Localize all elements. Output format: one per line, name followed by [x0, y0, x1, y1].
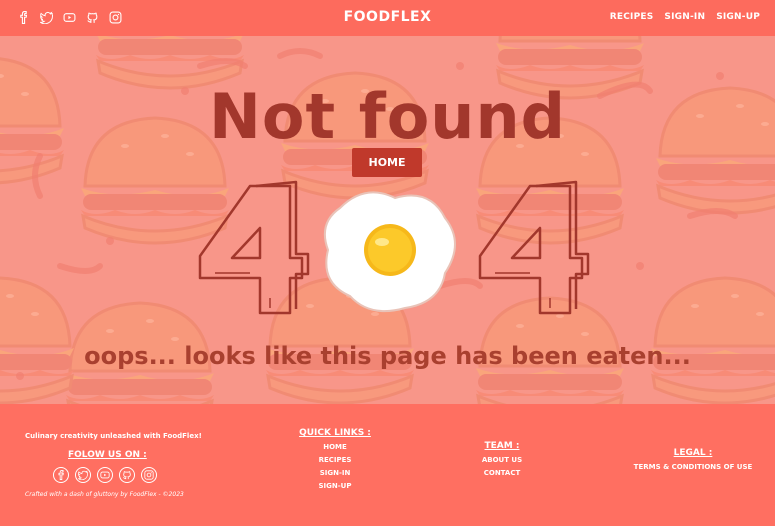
team-column: TEAM : ABOUT US CONTACT — [462, 441, 542, 477]
follow-us-heading: FOLOW US ON : — [68, 450, 147, 460]
legal-column: LEGAL : TERMS & CONDITIONS OF USE — [628, 448, 758, 471]
quick-links-heading: QUICK LINKS : — [299, 428, 371, 438]
nav-sign-in-link[interactable]: SIGN-IN — [664, 12, 705, 22]
digit-four-right — [478, 180, 590, 315]
top-navbar: FOODFLEX RECIPES SIGN-IN SIGN-UP — [0, 0, 775, 36]
youtube-icon[interactable] — [97, 467, 113, 483]
twitter-icon[interactable] — [75, 467, 91, 483]
footer-credit: Crafted with a dash of gluttony by FoodF… — [25, 491, 184, 498]
not-found-message: oops... looks like this page has been ea… — [84, 342, 691, 370]
footer-link-sign-up[interactable]: SIGN-UP — [295, 482, 375, 490]
footer-social-links — [53, 467, 157, 483]
footer-link-terms[interactable]: TERMS & CONDITIONS OF USE — [628, 463, 758, 471]
twitter-icon[interactable] — [40, 11, 53, 24]
nav-sign-up-link[interactable]: SIGN-UP — [716, 12, 760, 22]
main-nav: RECIPES SIGN-IN SIGN-UP — [610, 12, 760, 22]
brand-logo-text[interactable]: FOODFLEX — [344, 9, 432, 25]
github-icon[interactable] — [119, 467, 135, 483]
footer-link-home[interactable]: HOME — [295, 443, 375, 451]
nav-recipes-link[interactable]: RECIPES — [610, 12, 654, 22]
footer-link-about-us[interactable]: ABOUT US — [462, 456, 542, 464]
team-heading: TEAM : — [484, 441, 520, 451]
404-illustration — [198, 180, 590, 315]
instagram-icon[interactable] — [109, 11, 122, 24]
header-social-links — [17, 11, 122, 24]
footer-link-sign-in[interactable]: SIGN-IN — [295, 469, 375, 477]
footer-link-recipes[interactable]: RECIPES — [295, 456, 375, 464]
quick-links-column: QUICK LINKS : HOME RECIPES SIGN-IN SIGN-… — [295, 428, 375, 490]
not-found-hero: Not found HOME oops... looks like this p… — [0, 36, 775, 404]
digit-four-left — [198, 180, 310, 315]
home-button[interactable]: HOME — [352, 148, 422, 177]
instagram-icon[interactable] — [141, 467, 157, 483]
legal-heading: LEGAL : — [673, 448, 713, 458]
fried-egg-icon — [324, 191, 456, 312]
github-icon[interactable] — [86, 11, 99, 24]
facebook-icon[interactable] — [53, 467, 69, 483]
site-footer: Culinary creativity unleashed with FoodF… — [0, 404, 775, 526]
facebook-icon[interactable] — [17, 11, 30, 24]
footer-tagline: Culinary creativity unleashed with FoodF… — [25, 432, 202, 440]
youtube-icon[interactable] — [63, 11, 76, 24]
not-found-title: Not found — [209, 80, 566, 153]
footer-link-contact[interactable]: CONTACT — [462, 469, 542, 477]
